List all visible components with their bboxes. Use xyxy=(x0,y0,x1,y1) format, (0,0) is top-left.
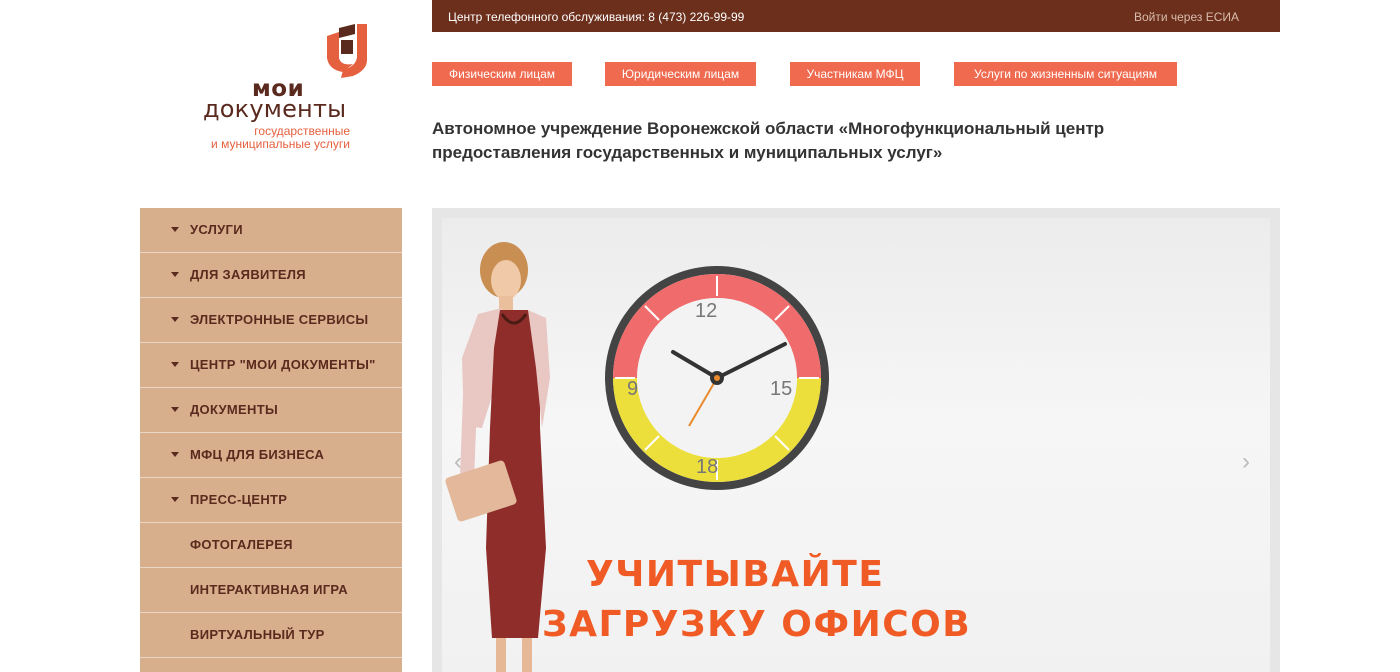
category-legal-entities-button[interactable]: Юридическим лицам xyxy=(605,62,756,86)
sidebar-item-label: ЦЕНТР "МОИ ДОКУМЕНТЫ" xyxy=(190,357,376,372)
logo-title-line2: документы xyxy=(203,95,347,123)
sidebar-item-label: ВИРТУАЛЬНЫЙ ТУР xyxy=(190,627,325,642)
caret-down-icon xyxy=(171,227,179,232)
sidebar-item-interactive-game[interactable]: ИНТЕРАКТИВНАЯ ИГРА xyxy=(140,568,402,613)
sidebar-item-label: УСЛУГИ xyxy=(190,222,243,237)
banner-headline-line1: УЧИТЫВАЙТЕ xyxy=(586,554,885,595)
category-mfc-participants-button[interactable]: Участникам МФЦ xyxy=(790,62,920,86)
sidebar-item-for-applicant[interactable]: ДЛЯ ЗАЯВИТЕЛЯ xyxy=(140,253,402,298)
sidebar-item-label: ДОКУМЕНТЫ xyxy=(190,402,278,417)
sidebar-item-label: ФОТОГАЛЕРЕЯ xyxy=(190,537,293,552)
sidebar-item-label: ДЛЯ ЗАЯВИТЕЛЯ xyxy=(190,267,306,282)
clock-number-12: 12 xyxy=(695,300,718,322)
slider-prev-arrow[interactable]: ‹ xyxy=(454,448,462,476)
sidebar-item-label: ЭЛЕКТРОННЫЕ СЕРВИСЫ xyxy=(190,312,369,327)
category-individuals-button[interactable]: Физическим лицам xyxy=(432,62,572,86)
category-life-situations-button[interactable]: Услуги по жизненным ситуациям xyxy=(954,62,1177,86)
sidebar-item-label: ПРЕСС-ЦЕНТР xyxy=(190,492,288,507)
caret-down-icon xyxy=(171,407,179,412)
caret-down-icon xyxy=(171,452,179,457)
sidebar-item-documents[interactable]: ДОКУМЕНТЫ xyxy=(140,388,402,433)
banner-slide[interactable]: 12 15 18 9 УЧИТЫВАЙТЕ ЗАГРУЗКУ ОФИСОВ ‹ … xyxy=(442,218,1270,672)
logo-subtitle-line2: и муниципальные услуги xyxy=(211,137,350,151)
caret-down-icon xyxy=(171,362,179,367)
caret-down-icon xyxy=(171,317,179,322)
sidebar-item-center[interactable]: ЦЕНТР "МОИ ДОКУМЕНТЫ" xyxy=(140,343,402,388)
sidebar-item-e-services[interactable]: ЭЛЕКТРОННЫЕ СЕРВИСЫ xyxy=(140,298,402,343)
sidebar-item-photo-gallery[interactable]: ФОТОГАЛЕРЕЯ xyxy=(140,523,402,568)
clock-number-18: 18 xyxy=(696,456,719,478)
site-logo[interactable]: мои документы государственные и муниципа… xyxy=(200,24,367,154)
logo-emblem-icon xyxy=(327,24,367,78)
banner-slider[interactable]: 12 15 18 9 УЧИТЫВАЙТЕ ЗАГРУЗКУ ОФИСОВ ‹ … xyxy=(432,208,1280,672)
sidebar-item-label: МФЦ ДЛЯ БИЗНЕСА xyxy=(190,447,325,462)
banner-headline-line2: ЗАГРУЗКУ ОФИСОВ xyxy=(542,604,972,645)
sidebar-item-services[interactable]: УСЛУГИ xyxy=(140,208,402,253)
sidebar-item-business[interactable]: МФЦ ДЛЯ БИЗНЕСА xyxy=(140,433,402,478)
sidebar-item-virtual-tour[interactable]: ВИРТУАЛЬНЫЙ ТУР xyxy=(140,613,402,658)
slider-next-arrow[interactable]: › xyxy=(1242,448,1250,476)
sidebar-menu: УСЛУГИ ДЛЯ ЗАЯВИТЕЛЯ ЭЛЕКТРОННЫЕ СЕРВИСЫ… xyxy=(140,208,402,672)
clock-number-15: 15 xyxy=(770,378,793,400)
sidebar-item-press-center[interactable]: ПРЕСС-ЦЕНТР xyxy=(140,478,402,523)
caret-down-icon xyxy=(171,497,179,502)
sidebar-item-label: ИНТЕРАКТИВНАЯ ИГРА xyxy=(190,582,348,597)
clock-number-9: 9 xyxy=(627,378,639,400)
esia-login-link[interactable]: Войти через ЕСИА xyxy=(1134,10,1239,24)
page-title: Автономное учреждение Воронежской област… xyxy=(432,119,1105,162)
top-bar: Центр телефонного обслуживания: 8 (473) … xyxy=(432,0,1280,32)
hotline-phone: Центр телефонного обслуживания: 8 (473) … xyxy=(448,10,745,24)
caret-down-icon xyxy=(171,272,179,277)
logo-subtitle: государственные и муниципальные услуги xyxy=(211,125,350,151)
